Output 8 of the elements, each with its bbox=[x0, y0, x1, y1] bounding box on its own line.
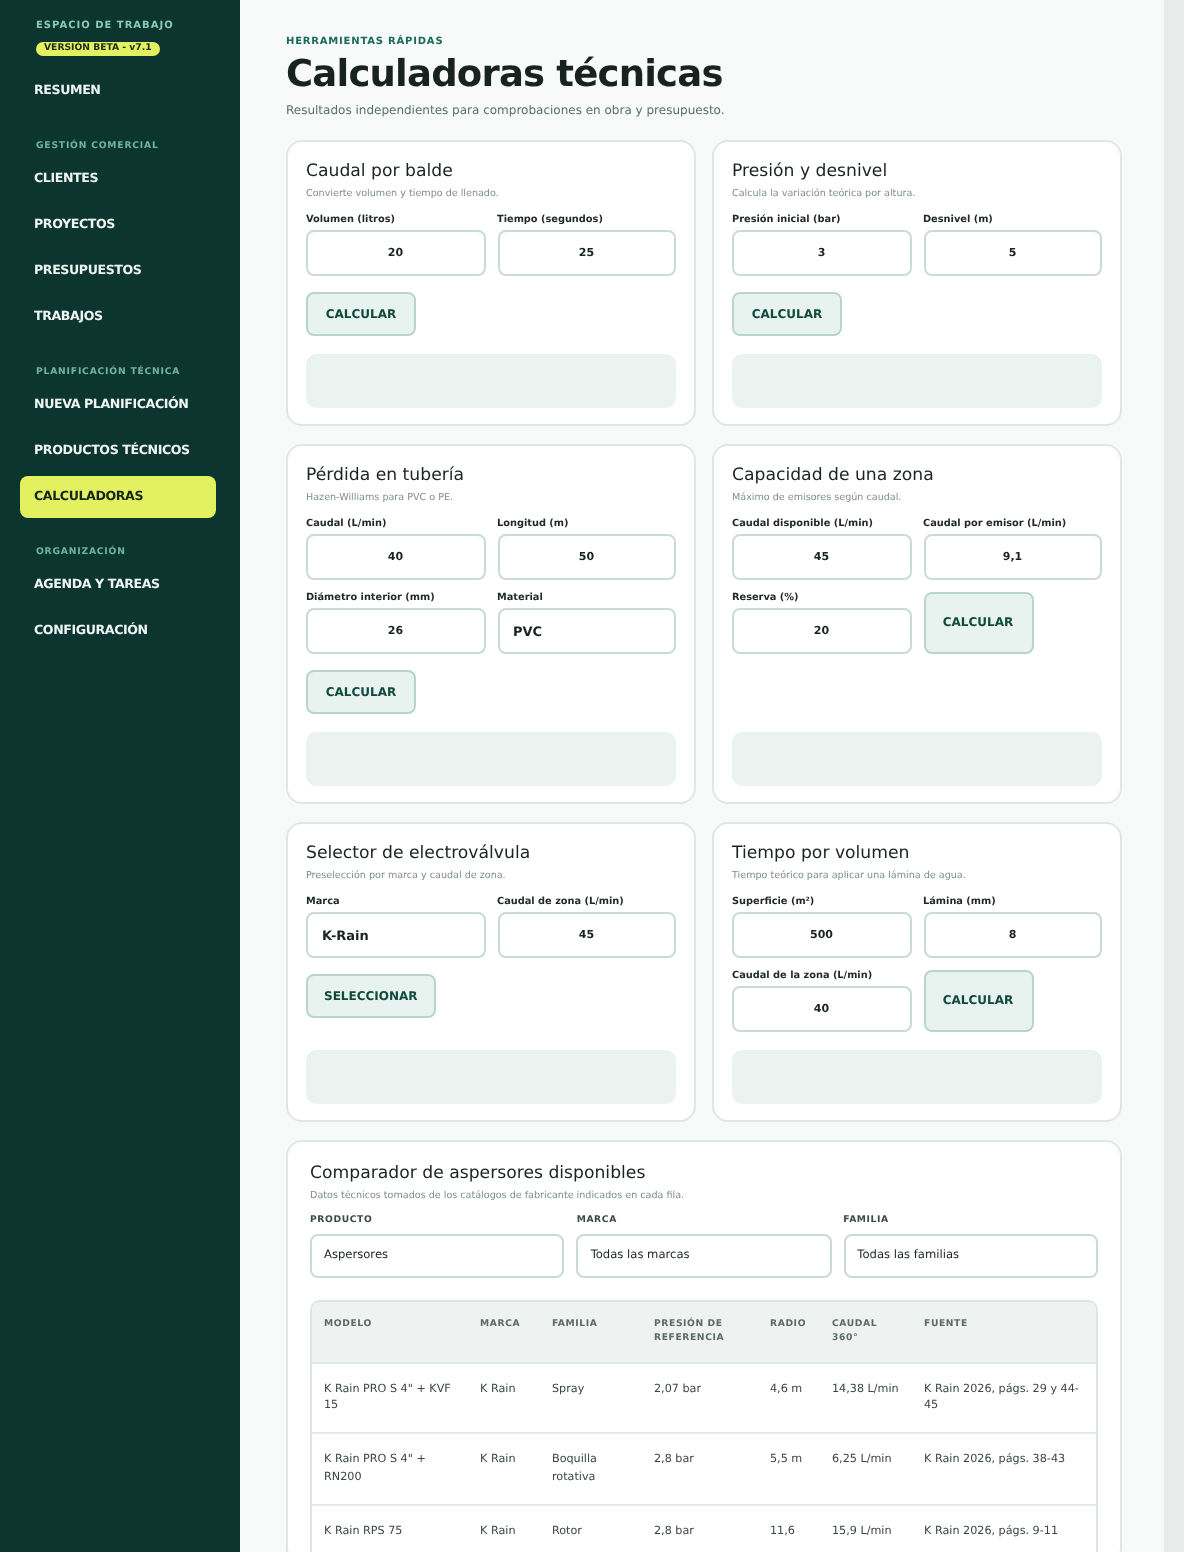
card-title: Capacidad de una zona bbox=[732, 466, 936, 486]
page-title: Calculadoras técnicas bbox=[286, 54, 725, 96]
card-title: Caudal por balde bbox=[306, 162, 455, 182]
card-title: Pérdida en tubería bbox=[306, 466, 467, 486]
card-title: Comparador de aspersores disponibles bbox=[310, 1164, 648, 1184]
card-title: Presión y desnivel bbox=[732, 162, 890, 182]
card-title: Selector de electroválvula bbox=[306, 844, 533, 864]
card-title: Tiempo por volumen bbox=[732, 844, 912, 864]
